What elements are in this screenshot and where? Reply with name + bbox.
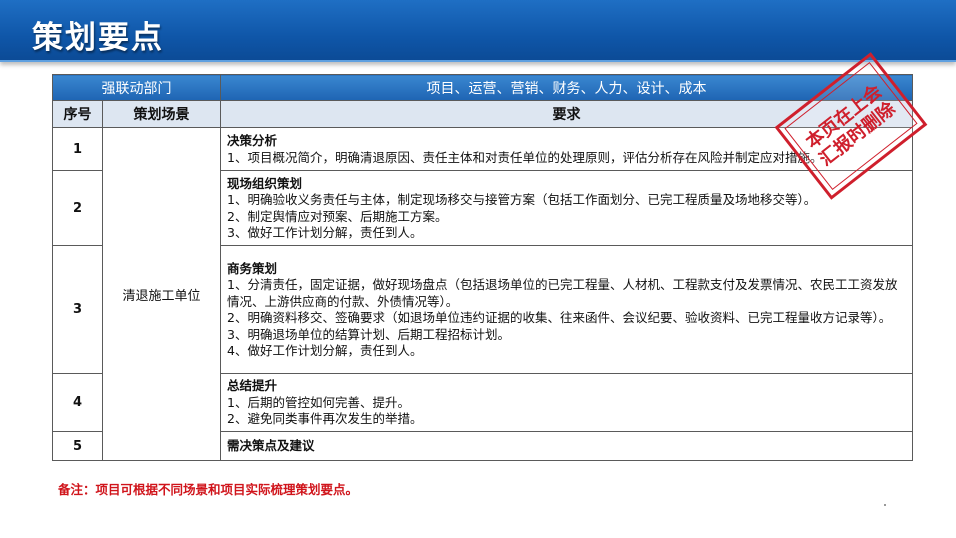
dept-value: 项目、运营、营销、财务、人力、设计、成本 bbox=[220, 74, 913, 101]
req-line: 4、做好工作计划分解，责任到人。 bbox=[227, 343, 423, 358]
row-title: 现场组织策划 bbox=[227, 175, 303, 191]
page-title: 策划要点 bbox=[32, 20, 164, 56]
row-seq: 3 bbox=[52, 245, 103, 374]
header-bar: 策划要点 bbox=[0, 0, 956, 62]
req-line: 1、分清责任，固定证据，做好现场盘点（包括退场单位的已完工程量、人材机、工程款支… bbox=[227, 277, 898, 309]
row-requirements: 现场组织策划 1、明确验收义务责任与主体，制定现场移交与接管方案（包括工作面划分… bbox=[220, 170, 913, 246]
row-seq: 4 bbox=[52, 373, 103, 432]
row-requirements: 需决策点及建议 bbox=[220, 431, 913, 461]
req-line: 2、明确资料移交、签确要求（如退场单位违约证据的收集、往来函件、会议纪要、验收资… bbox=[227, 310, 892, 325]
col-header-seq: 序号 bbox=[52, 100, 103, 128]
req-line: 2、避免同类事件再次发生的举措。 bbox=[227, 411, 423, 427]
col-header-scene: 策划场景 bbox=[102, 100, 221, 128]
row-seq: 1 bbox=[52, 127, 103, 171]
footnote: 备注：项目可根据不同场景和项目实际梳理策划要点。 bbox=[58, 482, 359, 497]
row-title: 总结提升 bbox=[227, 378, 278, 394]
req-line: 3、做好工作计划分解，责任到人。 bbox=[227, 225, 423, 240]
row-requirements: 商务策划 1、分清责任，固定证据，做好现场盘点（包括退场单位的已完工程量、人材机… bbox=[220, 245, 913, 374]
decorative-dot bbox=[884, 504, 886, 506]
req-line: 3、明确退场单位的结算计划、后期工程招标计划。 bbox=[227, 326, 510, 342]
row-seq: 2 bbox=[52, 170, 103, 246]
row-seq: 5 bbox=[52, 431, 103, 461]
row-title: 需决策点及建议 bbox=[227, 438, 315, 454]
scene-cell: 清退施工单位 bbox=[102, 127, 221, 461]
dept-label: 强联动部门 bbox=[52, 74, 221, 101]
req-line: 2、制定舆情应对预案、后期施工方案。 bbox=[227, 208, 448, 224]
row-title: 商务策划 bbox=[227, 260, 278, 276]
req-line: 1、后期的管控如何完善、提升。 bbox=[227, 394, 410, 410]
req-line: 1、明确验收义务责任与主体，制定现场移交与接管方案（包括工作面划分、已完工程质量… bbox=[227, 192, 817, 207]
row-requirements: 总结提升 1、后期的管控如何完善、提升。 2、避免同类事件再次发生的举措。 bbox=[220, 373, 913, 432]
